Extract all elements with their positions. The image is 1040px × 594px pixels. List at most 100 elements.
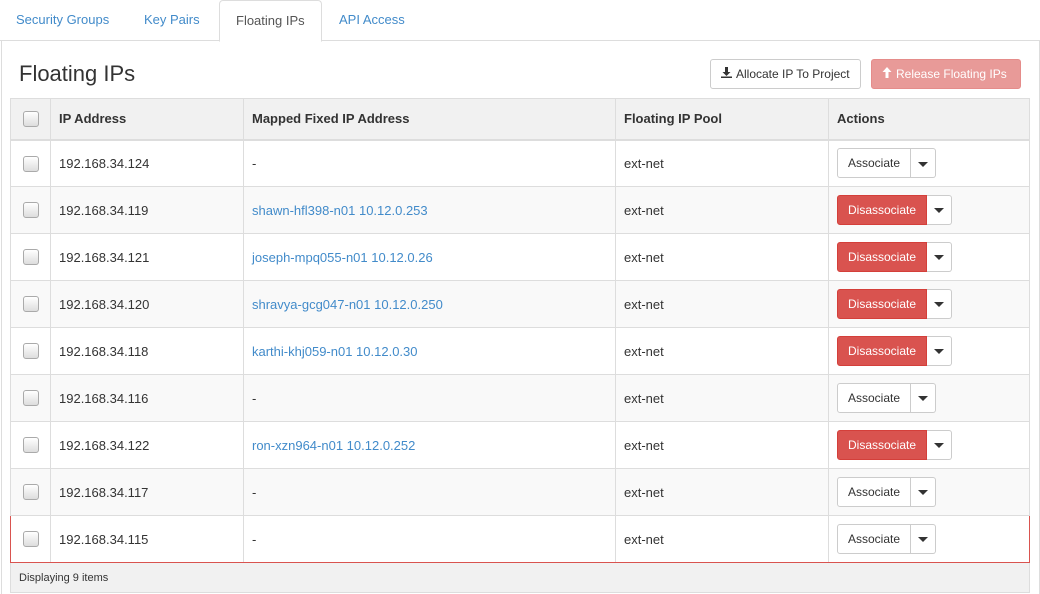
- arrow-up-icon: [882, 61, 892, 89]
- table-footer-row: Displaying 9 items: [10, 562, 1030, 593]
- select-all-checkbox[interactable]: [22, 111, 39, 128]
- tab-floating-ips[interactable]: Floating IPs: [219, 0, 322, 42]
- download-icon: [721, 61, 732, 89]
- row-checkbox[interactable]: [22, 343, 39, 360]
- allocate-ip-label: Allocate IP To Project: [736, 67, 850, 81]
- disassociate-button[interactable]: Disassociate: [837, 195, 928, 225]
- action-button-group: Disassociate: [837, 336, 953, 366]
- action-button-group: Associate: [837, 477, 937, 507]
- allocate-ip-button[interactable]: Allocate IP To Project: [710, 59, 861, 89]
- mapped-ip-cell: -: [243, 515, 616, 563]
- table-row: 192.168.34.118 karthi-khj059-n01 10.12.0…: [10, 327, 1030, 375]
- ip-address-cell: 192.168.34.116: [50, 374, 244, 422]
- release-floating-ips-label: Release Floating IPs: [896, 67, 1007, 81]
- header-ip-address[interactable]: IP Address: [50, 98, 244, 141]
- ip-address-cell: 192.168.34.120: [50, 280, 244, 328]
- row-checkbox[interactable]: [22, 296, 39, 313]
- pool-cell: ext-net: [615, 280, 829, 328]
- associate-button[interactable]: Associate: [837, 524, 912, 554]
- action-dropdown-toggle[interactable]: [911, 148, 937, 179]
- table-row: 192.168.34.119 shawn-hfl398-n01 10.12.0.…: [10, 186, 1030, 234]
- caret-down-icon: [934, 443, 945, 449]
- header-actions: Actions: [828, 98, 1030, 141]
- ip-address-cell: 192.168.34.122: [50, 421, 244, 469]
- ip-address-cell: 192.168.34.121: [50, 233, 244, 281]
- tab-security-groups[interactable]: Security Groups: [0, 0, 125, 41]
- action-button-group: Disassociate: [837, 195, 953, 225]
- disassociate-button[interactable]: Disassociate: [837, 336, 928, 366]
- instance-link[interactable]: shravya-gcg047-n01 10.12.0.250: [252, 297, 443, 312]
- action-button-group: Disassociate: [837, 242, 953, 272]
- pool-cell: ext-net: [615, 139, 829, 187]
- row-checkbox[interactable]: [22, 531, 39, 548]
- instance-link[interactable]: ron-xzn964-n01 10.12.0.252: [252, 438, 415, 453]
- mapped-ip-cell: -: [243, 139, 616, 187]
- action-button-group: Associate: [837, 148, 937, 179]
- pool-cell: ext-net: [615, 233, 829, 281]
- floating-ips-table: IP Address Mapped Fixed IP Address Float…: [10, 98, 1030, 593]
- ip-address-cell: 192.168.34.117: [50, 468, 244, 516]
- action-dropdown-toggle[interactable]: [927, 195, 953, 225]
- table-row: 192.168.34.121 joseph-mpq055-n01 10.12.0…: [10, 233, 1030, 281]
- action-button-group: Associate: [837, 524, 937, 554]
- instance-link[interactable]: karthi-khj059-n01 10.12.0.30: [252, 344, 418, 359]
- tab-api-access[interactable]: API Access: [323, 0, 421, 41]
- instance-link[interactable]: joseph-mpq055-n01 10.12.0.26: [252, 250, 433, 265]
- ip-address-cell: 192.168.34.124: [50, 139, 244, 187]
- action-button-group: Disassociate: [837, 289, 953, 319]
- ip-address-cell: 192.168.34.119: [50, 186, 244, 234]
- action-dropdown-toggle[interactable]: [927, 289, 953, 319]
- tab-bar: Security Groups Key Pairs Floating IPs A…: [0, 0, 1040, 42]
- pool-cell: ext-net: [615, 515, 829, 563]
- ip-address-cell: 192.168.34.115: [50, 515, 244, 563]
- action-dropdown-toggle[interactable]: [927, 336, 953, 366]
- associate-button[interactable]: Associate: [837, 477, 912, 507]
- page-title: Floating IPs: [19, 61, 136, 86]
- row-checkbox[interactable]: [22, 249, 39, 266]
- action-dropdown-toggle[interactable]: [927, 242, 953, 272]
- action-dropdown-toggle[interactable]: [911, 477, 937, 507]
- ip-address-cell: 192.168.34.118: [50, 327, 244, 375]
- disassociate-button[interactable]: Disassociate: [837, 289, 928, 319]
- item-count: Displaying 9 items: [10, 562, 1030, 593]
- select-all-cell: [10, 98, 51, 141]
- mapped-ip-cell: -: [243, 468, 616, 516]
- action-dropdown-toggle[interactable]: [927, 430, 953, 460]
- table-row: 192.168.34.124 - ext-net Associate: [10, 139, 1030, 187]
- caret-down-icon: [934, 208, 945, 214]
- associate-button[interactable]: Associate: [837, 148, 912, 179]
- caret-down-icon: [934, 255, 945, 261]
- table-row: 192.168.34.120 shravya-gcg047-n01 10.12.…: [10, 280, 1030, 328]
- pool-cell: ext-net: [615, 327, 829, 375]
- tab-key-pairs[interactable]: Key Pairs: [128, 0, 216, 41]
- pool-cell: ext-net: [615, 374, 829, 422]
- row-checkbox[interactable]: [22, 155, 39, 172]
- caret-down-icon: [918, 161, 929, 167]
- table-header-row: IP Address Mapped Fixed IP Address Float…: [10, 98, 1030, 141]
- row-checkbox[interactable]: [22, 437, 39, 454]
- table-row: 192.168.34.116 - ext-net Associate: [10, 374, 1030, 422]
- caret-down-icon: [934, 302, 945, 308]
- instance-link[interactable]: shawn-hfl398-n01 10.12.0.253: [252, 203, 428, 218]
- release-floating-ips-button[interactable]: Release Floating IPs: [871, 59, 1021, 89]
- associate-button[interactable]: Associate: [837, 383, 912, 413]
- row-checkbox[interactable]: [22, 484, 39, 501]
- action-button-group: Disassociate: [837, 430, 953, 460]
- header-mapped-fixed-ip[interactable]: Mapped Fixed IP Address: [243, 98, 616, 141]
- disassociate-button[interactable]: Disassociate: [837, 430, 928, 460]
- mapped-ip-cell: -: [243, 374, 616, 422]
- header-floating-ip-pool[interactable]: Floating IP Pool: [615, 98, 829, 141]
- action-dropdown-toggle[interactable]: [911, 524, 937, 554]
- action-button-group: Associate: [837, 383, 937, 413]
- row-checkbox[interactable]: [22, 202, 39, 219]
- pool-cell: ext-net: [615, 468, 829, 516]
- action-dropdown-toggle[interactable]: [911, 383, 937, 413]
- table-row: 192.168.34.115 - ext-net Associate: [10, 515, 1030, 563]
- caret-down-icon: [934, 349, 945, 355]
- pool-cell: ext-net: [615, 421, 829, 469]
- disassociate-button[interactable]: Disassociate: [837, 242, 928, 272]
- table-row: 192.168.34.122 ron-xzn964-n01 10.12.0.25…: [10, 421, 1030, 469]
- row-checkbox[interactable]: [22, 390, 39, 407]
- caret-down-icon: [918, 490, 929, 496]
- pool-cell: ext-net: [615, 186, 829, 234]
